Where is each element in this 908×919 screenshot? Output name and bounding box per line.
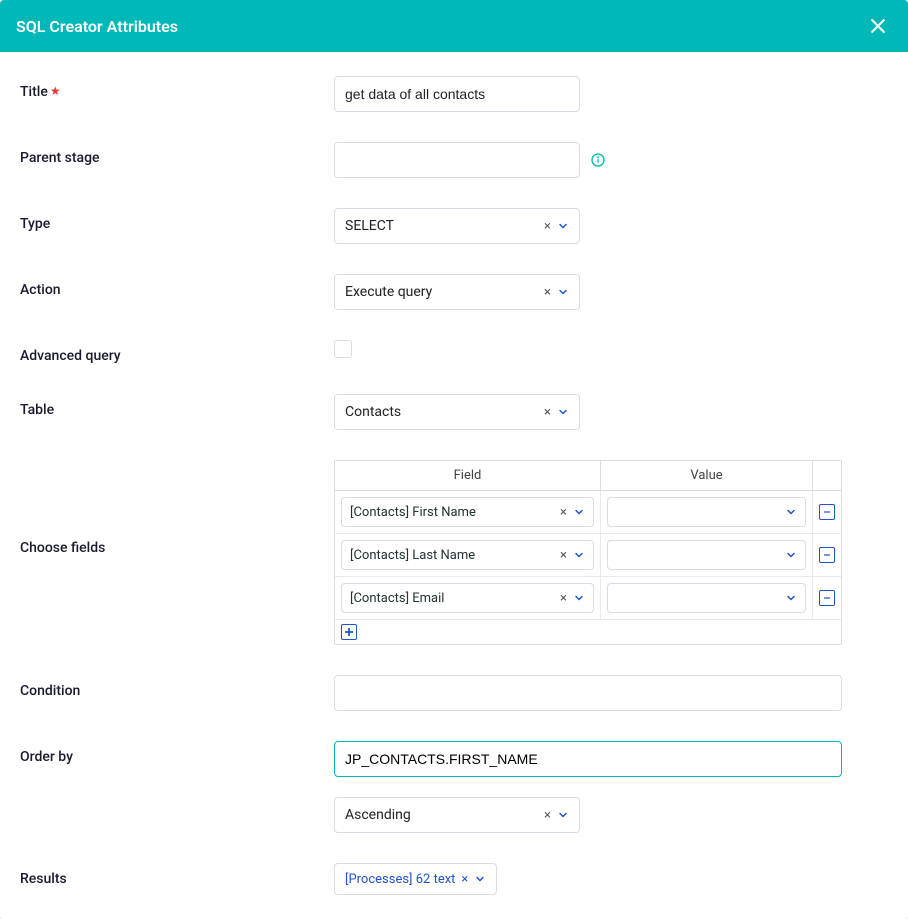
label-title: Title★ [20, 76, 334, 100]
fields-table-head: Field Value [335, 461, 841, 491]
label-order-by: Order by [20, 741, 334, 765]
field-select-value: [Contacts] First Name [350, 505, 476, 520]
field-select[interactable]: [Contacts] Last Name × [341, 540, 594, 570]
table-row: [Contacts] Last Name × [335, 534, 841, 577]
label-condition: Condition [20, 675, 334, 699]
chevron-down-icon [557, 220, 569, 232]
fields-table: Field Value [Contacts] First Name × [334, 460, 842, 645]
order-by-input[interactable] [334, 741, 842, 777]
action-select-value: Execute query [345, 284, 544, 300]
required-icon: ★ [50, 84, 61, 98]
minus-icon [822, 593, 832, 603]
action-select[interactable]: Execute query × [334, 274, 580, 310]
clear-icon[interactable]: × [560, 591, 567, 606]
remove-row-button[interactable] [819, 547, 835, 563]
field-select[interactable]: [Contacts] First Name × [341, 497, 594, 527]
chevron-down-icon [573, 506, 585, 518]
chevron-down-icon [785, 549, 797, 561]
label-table: Table [20, 394, 334, 418]
chevron-down-icon [785, 506, 797, 518]
info-icon[interactable] [590, 152, 606, 168]
chevron-down-icon [785, 592, 797, 604]
dialog-title: SQL Creator Attributes [16, 17, 178, 36]
parent-stage-input[interactable] [334, 142, 580, 178]
clear-icon[interactable]: × [544, 219, 551, 234]
sql-creator-dialog: SQL Creator Attributes Title★ Parent sta… [0, 0, 908, 919]
row-table: Table Contacts × [20, 394, 888, 430]
chevron-down-icon [573, 549, 585, 561]
label-parent-stage: Parent stage [20, 142, 334, 166]
value-select[interactable] [607, 497, 806, 527]
value-select[interactable] [607, 583, 806, 613]
chevron-down-icon [557, 286, 569, 298]
remove-row-button[interactable] [819, 504, 835, 520]
table-select-value: Contacts [345, 404, 544, 420]
label-advanced-query: Advanced query [20, 340, 334, 364]
dialog-header: SQL Creator Attributes [0, 0, 908, 52]
label-title-text: Title [20, 84, 48, 100]
row-parent-stage: Parent stage [20, 142, 888, 178]
col-header-field: Field [335, 461, 601, 490]
chevron-down-icon [557, 406, 569, 418]
label-action: Action [20, 274, 334, 298]
label-results: Results [20, 863, 334, 887]
col-header-actions [813, 461, 841, 490]
clear-icon[interactable]: × [560, 548, 567, 563]
table-row: [Contacts] Email × [335, 577, 841, 620]
remove-row-button[interactable] [819, 590, 835, 606]
table-row: [Contacts] First Name × [335, 491, 841, 534]
row-order-by: Order by Ascending × [20, 741, 888, 833]
label-choose-fields: Choose fields [20, 460, 334, 556]
row-advanced-query: Advanced query [20, 340, 888, 364]
minus-icon [822, 507, 832, 517]
close-icon [868, 16, 888, 36]
type-select-value: SELECT [345, 218, 544, 234]
minus-icon [822, 550, 832, 560]
results-select[interactable]: [Processes] 62 text × [334, 863, 497, 895]
order-direction-select[interactable]: Ascending × [334, 797, 580, 833]
clear-icon[interactable]: × [544, 808, 551, 823]
chevron-down-icon [557, 809, 569, 821]
advanced-query-checkbox[interactable] [334, 340, 352, 358]
type-select[interactable]: SELECT × [334, 208, 580, 244]
col-header-value: Value [601, 461, 813, 490]
field-select[interactable]: [Contacts] Email × [341, 583, 594, 613]
chevron-down-icon [474, 873, 486, 885]
condition-input[interactable] [334, 675, 842, 711]
chevron-down-icon [573, 592, 585, 604]
plus-icon [342, 625, 356, 639]
clear-icon[interactable]: × [461, 872, 468, 887]
clear-icon[interactable]: × [544, 285, 551, 300]
fields-table-footer [335, 620, 841, 644]
row-title: Title★ [20, 76, 888, 112]
row-choose-fields: Choose fields Field Value [Contacts] Fir… [20, 460, 888, 645]
field-select-value: [Contacts] Last Name [350, 548, 475, 563]
order-direction-value: Ascending [345, 807, 544, 823]
add-row-button[interactable] [341, 624, 357, 640]
row-type: Type SELECT × [20, 208, 888, 244]
close-button[interactable] [864, 12, 892, 40]
row-results: Results [Processes] 62 text × [20, 863, 888, 895]
title-input[interactable] [334, 76, 580, 112]
label-type: Type [20, 208, 334, 232]
clear-icon[interactable]: × [560, 505, 567, 520]
table-select[interactable]: Contacts × [334, 394, 580, 430]
clear-icon[interactable]: × [544, 405, 551, 420]
dialog-body: Title★ Parent stage Type SELECT [0, 52, 908, 919]
value-select[interactable] [607, 540, 806, 570]
row-condition: Condition [20, 675, 888, 711]
field-select-value: [Contacts] Email [350, 591, 444, 606]
results-select-value: [Processes] 62 text [345, 872, 455, 887]
row-action: Action Execute query × [20, 274, 888, 310]
